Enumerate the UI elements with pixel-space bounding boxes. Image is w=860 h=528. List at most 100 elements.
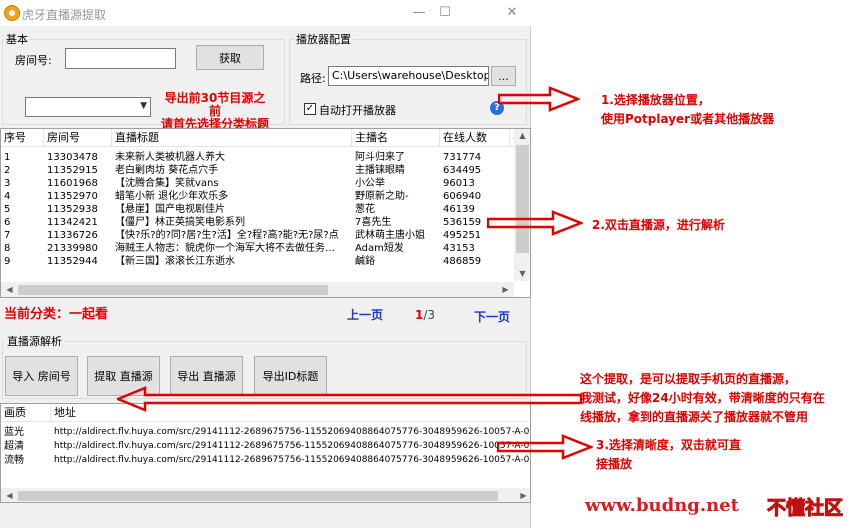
streams-table-header: 序号 房间号 直播标题 主播名 在线人数 手 xyxy=(1,129,520,147)
table-row[interactable]: 7 11336726 【快?乐?的?同?居?生?活】全?程?高?能?无?尿?点 … xyxy=(1,229,515,242)
cell-host: 7喜先生 xyxy=(355,217,392,228)
cell-index: 6 xyxy=(4,217,11,228)
cell-index: 8 xyxy=(4,243,11,254)
cell-index: 2 xyxy=(4,165,11,176)
note-annotation: 这个提取，是可以提取手机页的直播源， 我测试，好像24小时有效，带清晰度的只有在… xyxy=(580,370,825,427)
col-header-room[interactable]: 房间号 xyxy=(44,129,112,147)
step3-line2: 接播放 xyxy=(596,457,633,471)
table-row[interactable]: 8 21339980 海贼王人物志：貌虎你一个海军大将不去做任务… Adam短发… xyxy=(1,242,515,255)
cell-viewers: 43153 xyxy=(443,243,475,254)
cell-index: 1 xyxy=(4,152,11,163)
streams-table[interactable]: 序号 房间号 直播标题 主播名 在线人数 手 1 13303478 未来新人类被… xyxy=(0,128,531,298)
scroll-down-icon[interactable]: ▼ xyxy=(514,269,530,278)
annotation-arrow-1 xyxy=(498,86,580,112)
watermark-name: 不懂社区 xyxy=(766,497,844,520)
next-page-link[interactable]: 下一页 xyxy=(474,308,510,325)
cell-host: 阿斗归来了 xyxy=(355,152,405,163)
col-header-host[interactable]: 主播名 xyxy=(352,129,440,147)
table-row[interactable]: 6 11342421 【僵尸】林正英搞笑电影系列 7喜先生 536159 xyxy=(1,216,515,229)
cell-host: 野原新之助- xyxy=(355,191,409,202)
scroll-up-icon[interactable]: ▲ xyxy=(514,131,530,140)
quality-table[interactable]: 画质 地址 蓝光 http://aldirect.flv.huya.com/sr… xyxy=(0,403,531,503)
annotation-arrow-note xyxy=(117,386,583,412)
step1-line2: 使用Potplayer或者其他播放器 xyxy=(601,112,775,126)
table-row[interactable]: 1 13303478 未来新人类被机器人养大 阿斗归来了 731774 xyxy=(1,151,515,164)
quality-horizontal-scrollbar[interactable]: ◀ ▶ xyxy=(1,488,530,502)
table-row[interactable]: 蓝光 http://aldirect.flv.huya.com/src/2914… xyxy=(1,426,530,439)
cell-host: 武林萌主唐小姐 xyxy=(355,230,425,241)
category-select[interactable]: ▼ xyxy=(25,97,151,117)
fetch-button[interactable]: 获取 xyxy=(196,45,264,70)
room-number-input[interactable] xyxy=(65,48,176,69)
close-button[interactable]: ✕ xyxy=(497,3,527,23)
cell-quality: 超清 xyxy=(4,441,24,452)
parse-group-label: 直播源解析 xyxy=(5,333,64,349)
col-header-title[interactable]: 直播标题 xyxy=(112,129,352,147)
watermark-site: www.budng.net xyxy=(585,495,739,516)
col-header-viewers[interactable]: 在线人数 xyxy=(440,129,510,147)
streams-vertical-scrollbar[interactable]: ▲ ▼ xyxy=(514,129,530,281)
basic-group-label: 基本 xyxy=(4,31,30,47)
browse-button[interactable]: ... xyxy=(491,66,516,86)
cell-title: 【快?乐?的?同?居?生?活】全?程?高?能?无?尿?点 xyxy=(115,230,339,241)
prev-page-link[interactable]: 上一页 xyxy=(347,306,383,323)
table-row[interactable]: 3 11601968 【沈腾合集】笑就vans 小公举 96013 xyxy=(1,177,515,190)
step3-annotation: 3.选择清晰度，双击就可直 接播放 xyxy=(596,436,741,474)
col-header-index[interactable]: 序号 xyxy=(1,129,44,147)
cell-room: 11352970 xyxy=(47,191,98,202)
page-indicator: 1/3 xyxy=(415,308,435,322)
current-category-label: 当前分类：一起看 xyxy=(4,307,109,322)
cell-host: 葱花 xyxy=(355,204,375,215)
auto-open-checkbox[interactable]: ✓ xyxy=(304,103,316,115)
total-pages: /3 xyxy=(423,308,436,322)
scroll-left-icon[interactable]: ◀ xyxy=(1,285,18,294)
table-row[interactable]: 超清 http://aldirect.flv.huya.com/src/2914… xyxy=(1,440,530,453)
cell-index: 7 xyxy=(4,230,11,241)
room-number-label: 房间号: xyxy=(15,54,52,67)
col-header-quality[interactable]: 画质 xyxy=(1,404,51,422)
import-room-button[interactable]: 导入 房间号 xyxy=(5,356,78,396)
cell-viewers: 606940 xyxy=(443,191,482,202)
table-row[interactable]: 流畅 http://aldirect.flv.huya.com/src/2914… xyxy=(1,454,530,467)
cell-room: 13303478 xyxy=(47,152,98,163)
auto-open-label[interactable]: 自动打开播放器 xyxy=(319,102,396,118)
table-row[interactable]: 9 11352944 【新三国】滚滚长江东逝水 鹹鋊 486859 xyxy=(1,255,515,268)
streams-horizontal-scrollbar[interactable]: ◀ ▶ xyxy=(1,282,514,297)
cell-viewers: 96013 xyxy=(443,178,475,189)
cell-index: 3 xyxy=(4,178,11,189)
cell-quality: 流畅 xyxy=(4,455,24,466)
table-row[interactable]: 4 11352970 蜡笔小新 退化少年欢乐多 野原新之助- 606940 xyxy=(1,190,515,203)
table-row[interactable]: 5 11352938 【悬崖】国产电视剧佳片 葱花 46139 xyxy=(1,203,515,216)
scroll-thumb[interactable] xyxy=(18,491,498,501)
cell-title: 海贼王人物志：貌虎你一个海军大将不去做任务… xyxy=(115,243,335,254)
cell-title: 【悬崖】国产电视剧佳片 xyxy=(115,204,225,215)
scroll-thumb[interactable] xyxy=(516,145,529,253)
scroll-left-icon[interactable]: ◀ xyxy=(1,491,18,500)
cell-index: 9 xyxy=(4,256,11,267)
cell-viewers: 634495 xyxy=(443,165,482,176)
window-title: 虎牙直播源提取 xyxy=(22,8,107,22)
scroll-thumb[interactable] xyxy=(18,285,328,295)
export-notice: 导出前30节目源之前 请首先选择分类标题 xyxy=(159,92,271,131)
cell-room: 21339980 xyxy=(47,243,98,254)
step2-annotation: 2.双击直播源，进行解析 xyxy=(592,218,725,232)
note-line3: 线播放，拿到的直播源关了播放器就不管用 xyxy=(580,410,809,424)
cell-host: Adam短发 xyxy=(355,243,404,254)
table-row[interactable]: 2 11352915 老白剿肉坊 葵花点穴手 主播铼眼睛 634495 xyxy=(1,164,515,177)
step1-line1: 1.选择播放器位置， xyxy=(601,93,710,107)
scroll-right-icon[interactable]: ▶ xyxy=(515,491,530,500)
maximize-button[interactable]: ☐ xyxy=(430,3,460,23)
cell-room: 11601968 xyxy=(47,178,98,189)
cell-host: 小公举 xyxy=(355,178,385,189)
player-path-input[interactable]: C:\Users\warehouse\Desktop\Bl xyxy=(328,66,489,86)
cell-title: 未来新人类被机器人养大 xyxy=(115,152,225,163)
cell-quality: 蓝光 xyxy=(4,427,24,438)
scroll-right-icon[interactable]: ▶ xyxy=(497,285,514,294)
app-logo-icon xyxy=(4,5,20,21)
note-line1: 这个提取，是可以提取手机页的直播源， xyxy=(580,372,797,386)
cell-url: http://aldirect.flv.huya.com/src/2914111… xyxy=(54,427,529,437)
export-notice-line1: 导出前30节目源之前 xyxy=(164,91,266,118)
cell-title: 【僵尸】林正英搞笑电影系列 xyxy=(115,217,245,228)
cell-url: http://aldirect.flv.huya.com/src/2914111… xyxy=(54,455,529,465)
cell-title: 【新三国】滚滚长江东逝水 xyxy=(115,256,235,267)
